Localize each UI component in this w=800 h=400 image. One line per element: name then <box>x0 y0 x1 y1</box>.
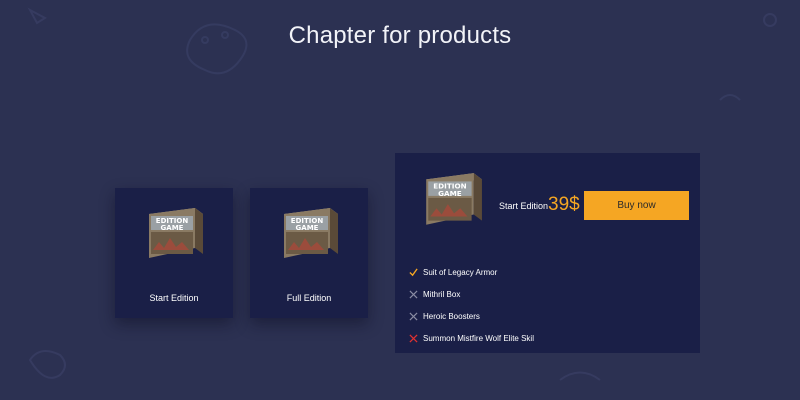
svg-text:GAME: GAME <box>438 189 462 198</box>
feature-label: Summon Mistfire Wolf Elite Skil <box>423 333 534 343</box>
product-detail-panel: EDITION GAME Start Edition 39$ Buy now S… <box>395 153 700 353</box>
feature-item: Summon Mistfire Wolf Elite Skil <box>409 331 689 345</box>
product-card-full-edition[interactable]: EDITION GAME Full Edition <box>250 188 368 318</box>
buy-now-button[interactable]: Buy now <box>584 191 689 220</box>
feature-item: Heroic Boosters <box>409 309 689 323</box>
feature-label: Suit of Legacy Armor <box>423 267 498 277</box>
feature-label: Mithril Box <box>423 289 461 299</box>
check-icon <box>409 268 418 276</box>
svg-text:GAME: GAME <box>161 224 184 232</box>
price: 39$ <box>548 194 580 215</box>
cross-icon <box>409 311 418 321</box>
feature-item: Mithril Box <box>409 287 689 301</box>
cross-icon <box>409 289 418 299</box>
product-card-label: Full Edition <box>286 293 332 303</box>
selected-edition-name: Start Edition <box>499 201 549 211</box>
cross-red-icon <box>409 333 418 343</box>
game-box-image: EDITION GAME <box>284 208 338 258</box>
game-box-image: EDITION GAME <box>426 173 482 225</box>
product-card-start-edition[interactable]: EDITION GAME Start Edition <box>115 188 233 318</box>
svg-text:GAME: GAME <box>296 224 319 232</box>
product-card-label: Start Edition <box>149 293 199 303</box>
feature-label: Heroic Boosters <box>423 311 480 321</box>
page-title: Chapter for products <box>288 22 512 49</box>
game-box-image: EDITION GAME <box>149 208 203 258</box>
feature-item: Suit of Legacy Armor <box>409 265 689 279</box>
